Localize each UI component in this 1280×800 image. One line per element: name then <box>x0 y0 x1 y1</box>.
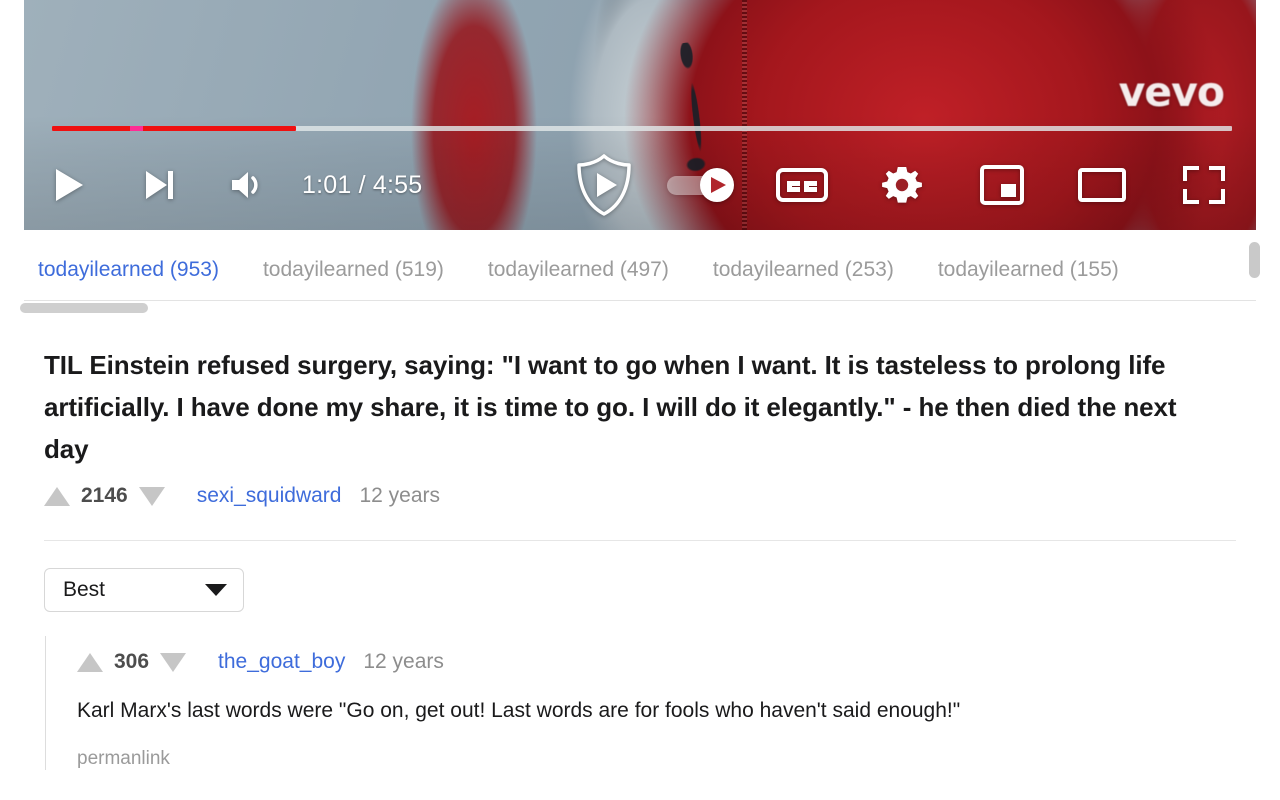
tab-todayilearned-4[interactable]: todayilearned (253) <box>691 240 916 300</box>
comment-item: 306 the_goat_boy 12 years Karl Marx's la… <box>45 636 1280 770</box>
next-video-button[interactable] <box>114 152 204 218</box>
chevron-down-icon <box>205 584 227 597</box>
progress-bar[interactable] <box>52 126 1232 131</box>
horizontal-scrollbar-thumb[interactable] <box>20 303 148 313</box>
comment-sort-select[interactable]: Best <box>44 568 244 613</box>
player-controls: 1:01 / 4:55 <box>24 152 1256 218</box>
horizontal-scrollbar[interactable] <box>20 303 1240 313</box>
progress-chapter-marker <box>129 126 143 131</box>
miniplayer-icon <box>980 165 1024 205</box>
play-icon <box>53 167 85 203</box>
fullscreen-button[interactable] <box>1152 152 1256 218</box>
shield-play-icon <box>575 153 633 217</box>
progress-played <box>52 126 297 131</box>
tab-todayilearned-3[interactable]: todayilearned (497) <box>466 240 691 300</box>
page-title: TIL Einstein refused surgery, saying: "I… <box>44 350 1177 465</box>
next-track-icon <box>142 168 176 202</box>
volume-icon <box>230 169 270 201</box>
post-meta-row: 2146 sexi_squidward 12 years <box>0 470 1280 508</box>
comment-age: 12 years <box>363 650 444 674</box>
gear-icon <box>881 164 923 206</box>
tab-todayilearned-2[interactable]: todayilearned (519) <box>241 240 466 300</box>
miniplayer-button[interactable] <box>952 152 1052 218</box>
video-player[interactable]: vevo 1:01 / 4:55 <box>24 0 1256 230</box>
autoplay-toggle-icon <box>665 166 739 204</box>
comment-author-link[interactable]: the_goat_boy <box>186 650 345 674</box>
comment-upvote-icon[interactable] <box>77 652 103 672</box>
comment-downvote-icon[interactable] <box>160 652 187 672</box>
post-author-link[interactable]: sexi_squidward <box>165 484 342 508</box>
autoplay-toggle[interactable] <box>652 152 752 218</box>
fullscreen-icon <box>1182 165 1226 205</box>
post-age: 12 years <box>359 484 441 508</box>
comment-permalink[interactable]: permanlink <box>77 726 1280 770</box>
tab-todayilearned-5[interactable]: todayilearned (155) <box>916 240 1141 300</box>
comment-meta-row: 306 the_goat_boy 12 years <box>77 636 1280 674</box>
theater-icon <box>1078 166 1126 204</box>
comment-sort-value: Best <box>63 578 106 602</box>
post-score: 2146 <box>81 484 128 508</box>
tab-strip: todayilearned (953) todayilearned (519) … <box>24 240 1256 301</box>
theater-button[interactable] <box>1052 152 1152 218</box>
captions-button[interactable] <box>752 152 852 218</box>
settings-button[interactable] <box>852 152 952 218</box>
comment-score: 306 <box>114 650 150 674</box>
cc-icon <box>776 166 828 204</box>
vertical-scrollbar-thumb[interactable] <box>1249 242 1260 278</box>
downvote-icon[interactable] <box>138 486 165 506</box>
time-display: 1:01 / 4:55 <box>302 170 423 199</box>
vevo-watermark: vevo <box>1118 68 1225 116</box>
play-button[interactable] <box>24 152 114 218</box>
post-content: TIL Einstein refused surgery, saying: "I… <box>0 316 1280 770</box>
section-divider <box>44 540 1236 542</box>
comment-body: Karl Marx's last words were "Go on, get … <box>77 699 961 723</box>
volume-button[interactable] <box>204 152 296 218</box>
shield-badge[interactable] <box>556 152 652 218</box>
tab-todayilearned-1[interactable]: todayilearned (953) <box>24 240 241 300</box>
upvote-icon[interactable] <box>44 486 70 506</box>
